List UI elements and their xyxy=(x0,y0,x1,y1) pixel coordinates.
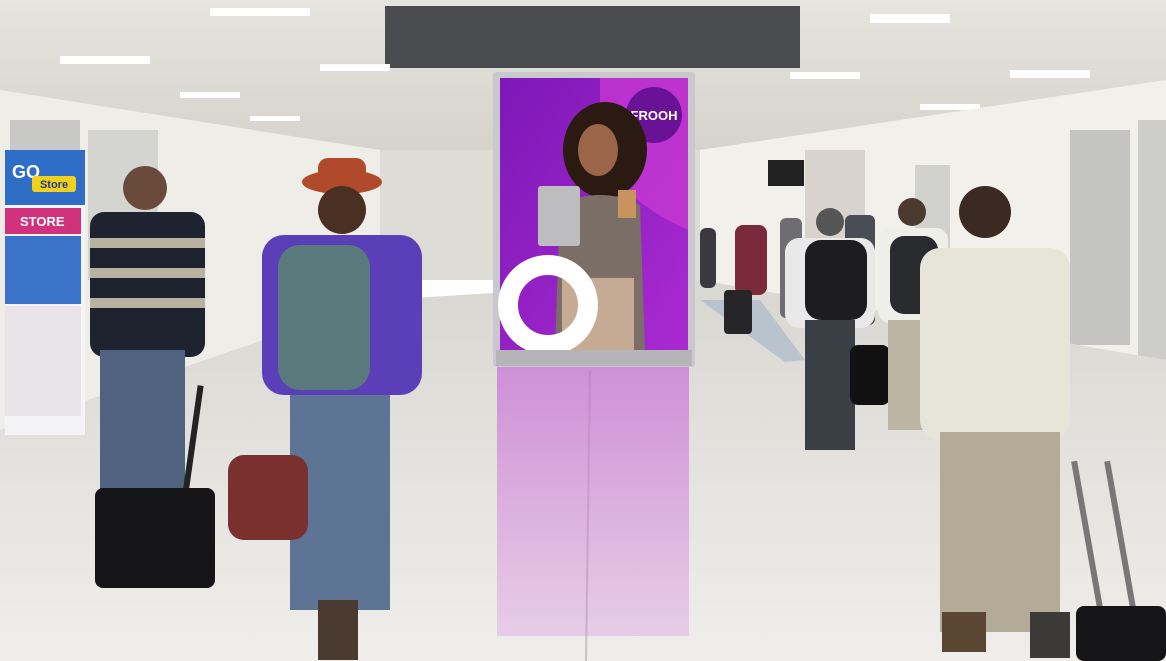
billboard-reflection xyxy=(497,366,689,636)
kiosk-blue-panel xyxy=(5,236,81,304)
woman-face xyxy=(578,124,618,176)
black-rolling-bag xyxy=(95,488,215,588)
black-rolling-suitcase xyxy=(1076,606,1166,661)
patterned-bag xyxy=(228,455,308,540)
far-screen xyxy=(768,160,804,186)
airport-corridor-photo: FROOH GO Store STORE xyxy=(0,0,1166,661)
billboard: FROOH xyxy=(493,72,695,367)
woman-coffee-cup xyxy=(618,190,636,218)
woman-laptop xyxy=(538,186,580,246)
store-kiosk: GO Store STORE xyxy=(5,150,85,435)
scene-svg: FROOH GO Store STORE xyxy=(0,0,1166,661)
billboard-base xyxy=(496,350,692,366)
kiosk-store-label: Store xyxy=(40,179,68,191)
kiosk-products xyxy=(5,306,81,416)
kiosk-store-banner: STORE xyxy=(20,214,65,229)
green-backpack xyxy=(278,245,370,390)
ceiling-vent xyxy=(385,6,800,68)
